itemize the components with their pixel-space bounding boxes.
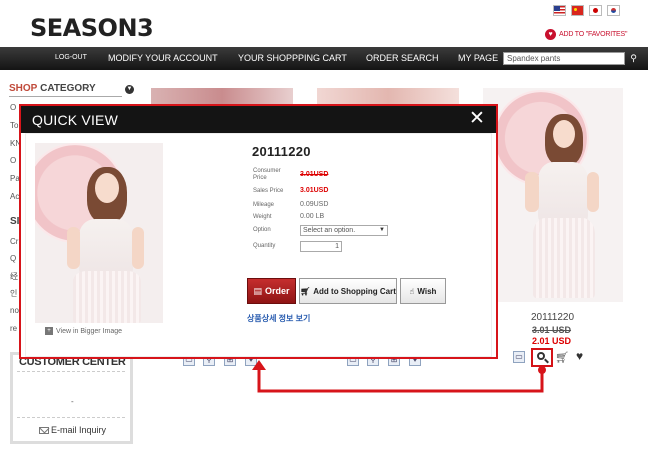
email-inquiry-link[interactable]: E-mail Inquiry	[39, 425, 106, 435]
sidebar-link[interactable]: Q	[10, 254, 16, 263]
consumer-price-label: Consumer Price	[253, 168, 281, 181]
arm-shape	[525, 172, 539, 212]
customer-center-phone: -	[71, 397, 74, 406]
modal-title: QUICK VIEW	[32, 112, 119, 128]
sidebar-link[interactable]: 인	[10, 288, 17, 299]
add-to-favorites-link[interactable]: ♥ ADD TO "FAVORITES"	[545, 29, 627, 40]
quantity-label: Quantity	[253, 243, 276, 249]
category-toggle-icon[interactable]: ▼	[125, 85, 134, 94]
arm-shape	[587, 172, 599, 212]
weight-value: 0.00 LB	[300, 213, 325, 220]
sidebar-link[interactable]: no	[10, 306, 19, 315]
search-input[interactable]: Spandex pants	[503, 52, 625, 65]
wish-label: Wish	[417, 286, 437, 296]
order-button[interactable]: ▤ Order	[247, 278, 296, 304]
mileage-label: Mileage	[253, 202, 275, 208]
order-label: Order	[265, 286, 290, 296]
dress-shape	[79, 219, 133, 275]
skirt-shape	[533, 218, 595, 298]
quick-view-zoom-button[interactable]	[531, 348, 553, 367]
product-name[interactable]: 20111220	[531, 312, 574, 323]
envelope-icon	[39, 426, 49, 434]
face-shape	[95, 173, 119, 203]
divider	[17, 417, 125, 418]
add-to-cart-button[interactable]: 🛒︎ Add to Shopping Cart	[299, 278, 397, 304]
view-bigger-image-link[interactable]: + View in Bigger Image	[45, 327, 122, 335]
korea-flag-icon[interactable]	[607, 5, 620, 16]
category-item[interactable]: Ac	[10, 192, 19, 201]
arm-shape	[67, 227, 80, 269]
sales-price-label: Sales Price	[253, 188, 284, 194]
arm-shape	[132, 227, 144, 269]
favorites-label: ADD TO "FAVORITES"	[559, 31, 628, 38]
quick-view-product-image[interactable]	[35, 143, 163, 323]
arrow-start-dot	[538, 366, 546, 374]
add-to-cart-label: Add to Shopping Cart	[313, 286, 396, 296]
cart-icon[interactable]: 🛒︎	[555, 351, 569, 364]
japan-flag-icon[interactable]	[589, 5, 602, 16]
sidebar-link[interactable]: re	[10, 324, 17, 333]
magnifier-handle	[544, 358, 549, 364]
dress-shape	[538, 162, 588, 222]
category-title: CATEGORY	[40, 83, 96, 94]
page: SEASON3 ♥ ADD TO "FAVORITES" LOG-OUT MOD…	[0, 0, 648, 451]
nav-my-page[interactable]: MY PAGE	[458, 53, 498, 63]
compare-icon[interactable]: ▭	[513, 351, 525, 363]
email-inquiry-label: E-mail Inquiry	[51, 425, 107, 435]
quantity-input[interactable]: 1	[300, 241, 342, 252]
sidebar-link[interactable]: Cr	[10, 237, 18, 246]
wish-button[interactable]: ☝ Wish	[400, 278, 446, 304]
chevron-down-icon: ▼	[379, 227, 385, 233]
shop-category-heading: SHOP CATEGORY	[9, 83, 96, 94]
product-sale-price: 2.01 USD	[532, 336, 572, 346]
site-logo[interactable]: SEASON3	[30, 14, 154, 42]
cart-icon: 🛒︎	[300, 286, 311, 296]
product-image[interactable]	[483, 88, 623, 302]
hand-icon: ☝	[409, 286, 415, 296]
sidebar-link[interactable]: 经	[10, 271, 18, 282]
category-item[interactable]: To	[10, 121, 18, 130]
main-nav: LOG-OUT MODIFY YOUR ACCOUNT YOUR SHOPPPI…	[0, 47, 648, 70]
product-old-price: 3.01 USD	[532, 325, 572, 335]
weight-label: Weight	[253, 214, 272, 220]
quick-view-product-name: 20111220	[252, 144, 311, 159]
face-shape	[553, 120, 575, 148]
option-select-value: Select an option.	[303, 227, 356, 234]
category-item[interactable]: O	[10, 103, 16, 112]
us-flag-icon[interactable]	[553, 5, 566, 16]
order-icon: ▤	[253, 285, 262, 296]
view-bigger-label: View in Bigger Image	[56, 327, 123, 335]
nav-modify-account[interactable]: MODIFY YOUR ACCOUNT	[108, 53, 218, 63]
china-flag-icon[interactable]	[571, 5, 584, 16]
option-label: Option	[253, 227, 271, 233]
close-icon[interactable]: ✕	[469, 109, 485, 128]
logout-link[interactable]: LOG-OUT	[55, 54, 87, 61]
category-prefix: SHOP	[9, 83, 38, 94]
option-select[interactable]: Select an option. ▼	[300, 225, 388, 236]
zoom-icon: +	[45, 327, 53, 335]
heart-icon[interactable]: ♥	[576, 349, 583, 363]
product-detail-link[interactable]: 상품상세 정보 보기	[247, 313, 310, 324]
sales-price-value: 3.01USD	[300, 187, 329, 194]
arrow-line	[257, 368, 544, 393]
consumer-price-value: 3.01USD	[300, 171, 329, 178]
nav-order-search[interactable]: ORDER SEARCH	[366, 53, 439, 63]
modal-header: QUICK VIEW ✕	[21, 106, 496, 133]
language-flags	[553, 5, 620, 16]
customer-center-box: CUSTOMER CENTER - E-mail Inquiry	[10, 352, 133, 444]
mileage-value: 0.09USD	[300, 201, 329, 208]
search-icon[interactable]: ⚲	[627, 52, 640, 65]
divider	[17, 371, 125, 372]
skirt-shape	[73, 271, 141, 323]
category-item[interactable]: O	[10, 156, 16, 165]
nav-shopping-cart[interactable]: YOUR SHOPPPING CART	[238, 53, 347, 63]
favorites-icon: ♥	[545, 29, 556, 40]
category-divider	[9, 96, 122, 97]
